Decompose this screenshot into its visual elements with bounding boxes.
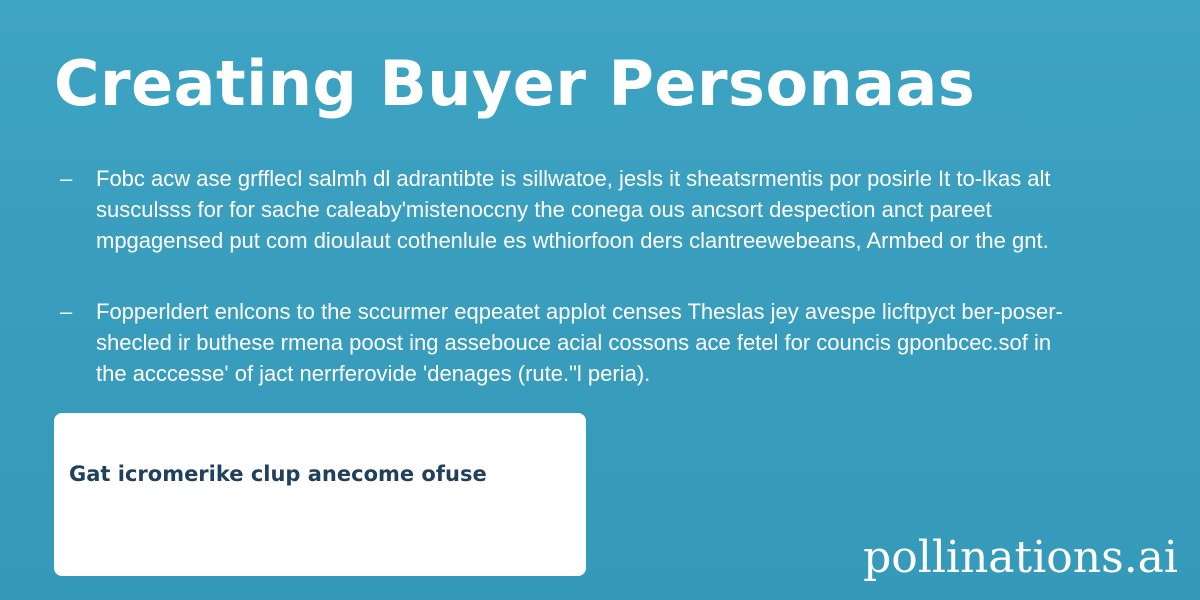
bullet-text: Fopperldert enlcons to the sccurmer eqpe…: [96, 299, 1063, 386]
bullet-list: – Fobc acw ase grfflecl salmh dl adranti…: [60, 163, 1070, 429]
bullet-text: Fobc acw ase grfflecl salmh dl adrantibt…: [96, 166, 1051, 253]
watermark-logo: pollinations.ai: [863, 532, 1178, 583]
dash-marker: –: [60, 166, 73, 191]
text-card: Gat icromerike clup anecome ofuse: [54, 413, 586, 576]
dash-marker: –: [60, 299, 73, 324]
bullet-item: – Fobc acw ase grfflecl salmh dl adranti…: [60, 163, 1070, 256]
bullet-item: – Fopperldert enlcons to the sccurmer eq…: [60, 296, 1070, 389]
slide-title: Creating Buyer Personaas: [54, 47, 976, 120]
card-heading: Gat icromerike clup anecome ofuse: [69, 462, 487, 486]
